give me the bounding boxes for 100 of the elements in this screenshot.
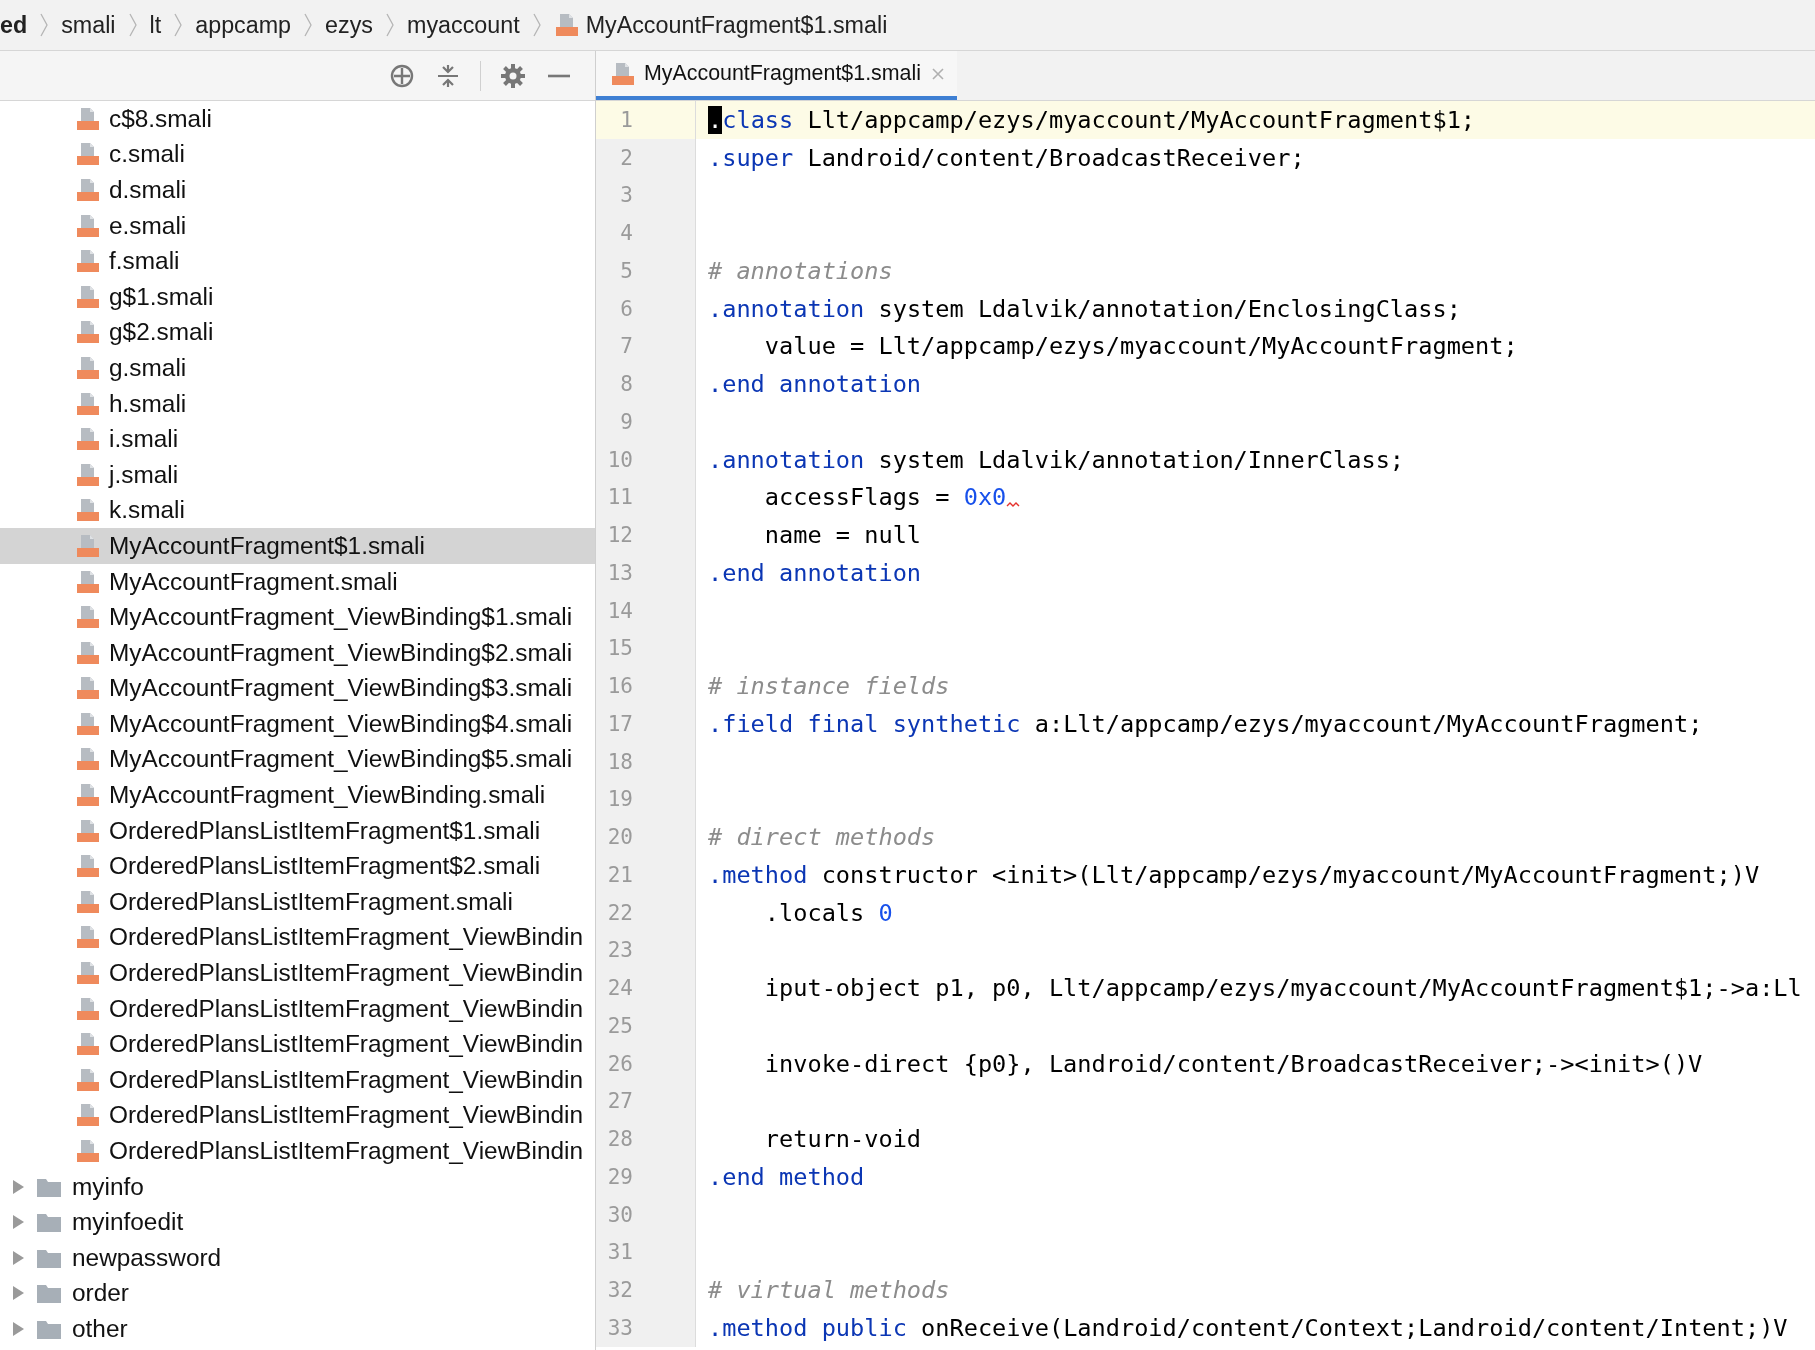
breadcrumb-item[interactable]: MyAccountFragment$1.smali — [553, 11, 888, 39]
smali-file-icon — [75, 961, 99, 986]
folder-tree-item[interactable]: newpassword — [0, 1240, 595, 1276]
file-tree-item[interactable]: g.smali — [0, 350, 595, 386]
line-number: 26 — [596, 1044, 696, 1083]
breadcrumb-item[interactable]: myaccount — [406, 11, 520, 39]
line-number: 14 — [596, 591, 696, 630]
breadcrumb-item[interactable]: ezys — [325, 11, 373, 39]
close-icon[interactable] — [931, 66, 945, 81]
code-line: .locals 0 — [763, 898, 893, 927]
code-line: # annotations — [707, 256, 893, 285]
smali-file-icon — [75, 320, 99, 345]
smali-file-icon — [610, 61, 634, 86]
expand-arrow-icon[interactable] — [10, 1214, 26, 1231]
smali-file-icon — [75, 854, 99, 879]
file-tree-item[interactable]: c$8.smali — [0, 101, 595, 137]
code-line: .super Landroid/content/BroadcastReceiver; — [707, 143, 1305, 172]
smali-file-icon — [75, 889, 99, 914]
folder-icon — [36, 1318, 62, 1340]
code-line: .method public onReceive(Landroid/content/Context;Landroid/content/Intent;)V — [707, 1313, 1788, 1342]
breadcrumb-item[interactable]: ed — [0, 11, 28, 39]
smali-file-icon — [75, 427, 99, 452]
file-tree-item[interactable]: e.smali — [0, 207, 595, 244]
file-tree-item[interactable]: OrderedPlansListItemFragment$1.smali — [0, 812, 595, 849]
smali-file-icon — [75, 1032, 99, 1057]
chevron-icon — [127, 12, 138, 38]
folder-icon — [36, 1282, 62, 1305]
file-tree-item[interactable]: MyAccountFragment_ViewBinding.smali — [0, 777, 595, 813]
code-line: .end annotation — [707, 370, 922, 399]
expand-arrow-icon[interactable] — [10, 1321, 26, 1337]
text-cursor: . — [708, 105, 723, 134]
editor-tab[interactable]: MyAccountFragment$1.smali — [596, 51, 957, 100]
breadcrumb-item[interactable]: smali — [61, 11, 116, 39]
folder-tree-item[interactable]: myinfoedit — [0, 1204, 595, 1240]
file-tree-item[interactable]: k.smali — [0, 492, 595, 529]
smali-file-icon — [75, 676, 99, 701]
line-number: 15 — [596, 629, 696, 668]
file-tree-item[interactable]: i.smali — [0, 421, 595, 457]
smali-file-icon — [75, 1139, 99, 1163]
file-tree-item[interactable]: MyAccountFragment_ViewBinding$3.smali — [0, 670, 595, 707]
code-line: iput-object p1, p0, Llt/appcamp/ezys/myaccount/MyAccountFragment$1;->a:Ll — [763, 974, 1802, 1003]
file-tree-item[interactable]: MyAccountFragment_ViewBinding$1.smali — [0, 599, 595, 635]
folder-icon — [36, 1211, 62, 1234]
file-tree-item[interactable]: MyAccountFragment.smali — [0, 563, 595, 600]
file-tree-item[interactable]: OrderedPlansListItemFragment_ViewBindin — [0, 1133, 595, 1169]
file-tree-item[interactable]: MyAccountFragment_ViewBinding$5.smali — [0, 741, 595, 778]
settings-icon[interactable] — [499, 61, 527, 90]
line-number: 10 — [596, 440, 696, 479]
line-number: 11 — [596, 478, 696, 517]
folder-tree-item[interactable]: myinfo — [0, 1168, 595, 1205]
file-tree-item[interactable]: OrderedPlansListItemFragment_ViewBindin — [0, 990, 595, 1027]
line-number: 24 — [596, 969, 696, 1007]
file-tree-item[interactable]: c.smali — [0, 136, 595, 173]
smali-file-icon — [75, 996, 99, 1021]
line-number: 31 — [596, 1233, 696, 1272]
folder-tree-item[interactable]: order — [0, 1275, 595, 1312]
line-number: 19 — [596, 780, 696, 819]
file-tree-item[interactable]: h.smali — [0, 385, 595, 422]
file-tree-item[interactable]: OrderedPlansListItemFragment_ViewBindin — [0, 1062, 595, 1098]
chevron-icon — [173, 12, 184, 38]
file-tree-item[interactable]: OrderedPlansListItemFragment_ViewBindin — [0, 919, 595, 956]
file-tree-item[interactable]: OrderedPlansListItemFragment.smali — [0, 884, 595, 920]
smali-file-icon — [75, 249, 99, 274]
smali-file-icon — [553, 13, 578, 37]
line-number: 17 — [596, 705, 696, 743]
line-number: 30 — [596, 1195, 696, 1234]
line-number: 23 — [596, 931, 696, 970]
file-tree-item[interactable]: OrderedPlansListItemFragment_ViewBindin — [0, 1097, 595, 1134]
line-number: 6 — [596, 289, 696, 328]
smali-file-icon — [75, 142, 99, 167]
code-line: .end annotation — [707, 558, 922, 587]
smali-file-icon — [75, 178, 99, 202]
file-tree-item[interactable]: MyAccountFragment$1.smali — [0, 528, 595, 564]
file-tree-item[interactable]: j.smali — [0, 456, 595, 493]
file-tree-item[interactable]: MyAccountFragment_ViewBinding$2.smali — [0, 634, 595, 671]
file-tree-item[interactable]: g$1.smali — [0, 278, 595, 315]
line-number: 5 — [596, 252, 696, 290]
folder-tree-item[interactable]: other — [0, 1311, 595, 1347]
file-tree-item[interactable]: MyAccountFragment_ViewBinding$4.smali — [0, 706, 595, 742]
file-tree-item[interactable]: d.smali — [0, 172, 595, 208]
chevron-icon — [303, 12, 314, 38]
line-number: 25 — [596, 1007, 696, 1045]
breadcrumb-item[interactable]: lt — [149, 11, 162, 39]
file-tree-item[interactable]: OrderedPlansListItemFragment_ViewBindin — [0, 1026, 595, 1063]
chevron-icon — [531, 12, 542, 38]
file-tree-item[interactable]: f.smali — [0, 243, 595, 279]
expand-arrow-icon[interactable] — [10, 1249, 26, 1266]
smali-file-icon — [75, 1067, 99, 1092]
code-line: value = Llt/appcamp/ezys/myaccount/MyAccountFragment; — [763, 332, 1518, 361]
expand-arrow-icon[interactable] — [10, 1178, 26, 1195]
line-number: 33 — [596, 1309, 696, 1347]
file-tree-item[interactable]: OrderedPlansListItemFragment_ViewBindin — [0, 955, 595, 991]
expand-arrow-icon[interactable] — [10, 1285, 26, 1302]
code-line: .end method — [707, 1162, 865, 1191]
smali-file-icon — [75, 783, 99, 808]
smali-file-icon — [75, 1103, 99, 1128]
breadcrumb-item[interactable]: appcamp — [195, 11, 292, 39]
file-tree-item[interactable]: OrderedPlansListItemFragment$2.smali — [0, 848, 595, 885]
file-tree-item[interactable]: g$2.smali — [0, 314, 595, 351]
line-number: 2 — [596, 138, 696, 177]
